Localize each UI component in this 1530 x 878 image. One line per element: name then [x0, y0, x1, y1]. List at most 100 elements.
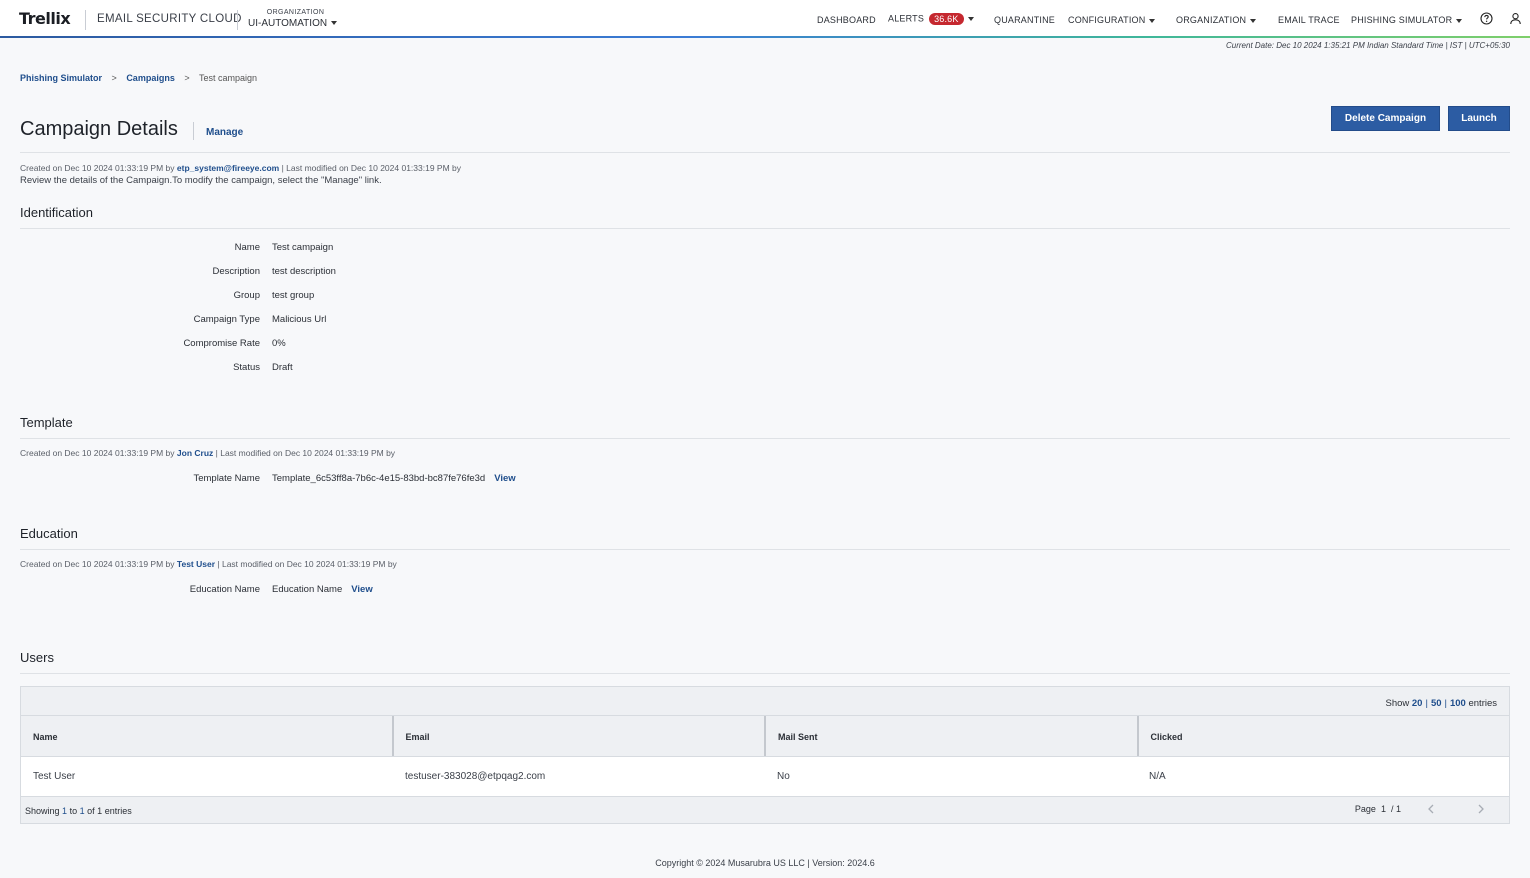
field-value-compromise-rate: 0%: [272, 338, 286, 349]
field-value-group: test group: [272, 290, 315, 301]
page-label: Page: [1354, 804, 1376, 814]
cell-email: testuser-383028@etpqag2.com: [405, 771, 546, 782]
created-prefix: Created on Dec 10 2024 01:33:19 PM by: [20, 559, 175, 569]
nav-phishing-simulator-label: PHISHING SIMULATOR: [1351, 15, 1453, 25]
column-header-mail-sent[interactable]: Mail Sent: [766, 716, 1139, 756]
breadcrumb-campaigns[interactable]: Campaigns: [126, 73, 175, 83]
education-view-link[interactable]: View: [351, 584, 372, 595]
showing-of-label: of: [87, 806, 95, 816]
organization-selector[interactable]: ORGANIZATION UI-AUTOMATION: [248, 9, 343, 29]
pipe-separator: |: [1425, 698, 1428, 709]
field-value-name: Test campaign: [272, 242, 334, 253]
showing-entries-text: Showing 1 to 1 of 1 entries: [25, 806, 132, 816]
organization-value-wrap: UI-AUTOMATION: [248, 18, 343, 29]
field-label-status: Status: [233, 362, 260, 373]
chevron-left-icon[interactable]: [1424, 802, 1438, 816]
table-row: Test User testuser-383028@etpqag2.com No…: [21, 757, 1509, 797]
template-view-link[interactable]: View: [494, 473, 515, 484]
top-navbar: Trellix EMAIL SECURITY CLOUD ORGANIZATIO…: [0, 0, 1530, 38]
product-name: EMAIL SECURITY CLOUD: [97, 13, 242, 25]
nav-email-trace[interactable]: EMAIL TRACE: [1278, 15, 1340, 25]
nav-configuration[interactable]: CONFIGURATION: [1068, 15, 1156, 25]
field-value-campaign-type: Malicious Url: [272, 314, 327, 325]
column-header-email[interactable]: Email: [394, 716, 766, 756]
education-title: Education: [20, 526, 78, 541]
nav-divider: [237, 10, 238, 30]
field-label-education-name: Education Name: [189, 584, 260, 595]
divider: [20, 152, 1510, 153]
title-divider: [193, 122, 194, 140]
logo-text: Trellix: [19, 9, 71, 28]
created-prefix: Created on Dec 10 2024 01:33:19 PM by: [20, 163, 175, 173]
field-label-description: Description: [212, 266, 260, 277]
nav-dashboard[interactable]: DASHBOARD: [817, 15, 876, 25]
delete-campaign-button[interactable]: Delete Campaign: [1331, 106, 1440, 131]
user-profile-icon[interactable]: [1509, 12, 1522, 25]
created-by: Jon Cruz: [176, 448, 214, 458]
modified-text: | Last modified on Dec 10 2024 01:33:19 …: [281, 163, 461, 173]
show-20-option[interactable]: 20: [1412, 698, 1423, 709]
modified-text: | Last modified on Dec 10 2024 01:33:19 …: [217, 559, 397, 569]
chevron-down-icon: [1456, 18, 1463, 23]
nav-organization[interactable]: ORGANIZATION: [1176, 15, 1257, 25]
created-prefix: Created on Dec 10 2024 01:33:19 PM by: [20, 448, 175, 458]
alerts-count-badge: 36.6K: [929, 13, 964, 25]
breadcrumb-current: Test campaign: [198, 73, 257, 83]
campaign-meta: Created on Dec 10 2024 01:33:19 PM by et…: [20, 163, 461, 173]
breadcrumb: Phishing Simulator > Campaigns > Test ca…: [20, 73, 257, 83]
organization-value: UI-AUTOMATION: [248, 18, 328, 29]
template-meta: Created on Dec 10 2024 01:33:19 PM by Jo…: [20, 448, 395, 458]
nav-phishing-simulator[interactable]: PHISHING SIMULATOR: [1351, 15, 1463, 25]
help-icon[interactable]: [1480, 12, 1493, 25]
field-label-template-name: Template Name: [193, 473, 260, 484]
launch-button[interactable]: Launch: [1448, 106, 1510, 131]
created-by: Test User: [176, 559, 216, 569]
cell-mail-sent: No: [777, 771, 790, 782]
chevron-right-icon[interactable]: [1474, 802, 1488, 816]
chevron-down-icon: [967, 17, 974, 21]
trellix-logo[interactable]: Trellix: [19, 9, 71, 28]
show-label: Show: [1385, 698, 1410, 709]
page-total: / 1: [1390, 804, 1401, 814]
manage-link[interactable]: Manage: [206, 127, 243, 138]
nav-accent-line: [0, 36, 1530, 38]
template-title: Template: [20, 415, 73, 430]
showing-to-label: to: [69, 806, 78, 816]
current-date: Current Date: Dec 10 2024 1:35:21 PM Ind…: [1225, 41, 1510, 50]
column-header-clicked[interactable]: Clicked: [1139, 716, 1510, 756]
field-value-education-name: Education Name: [272, 584, 343, 595]
entries-label: entries: [1468, 698, 1497, 709]
field-label-campaign-type: Campaign Type: [193, 314, 260, 325]
organization-label: ORGANIZATION: [266, 9, 325, 16]
users-table: Show 20 | 50 | 100 entries Name Email Mail S…: [20, 686, 1510, 824]
nav-quarantine[interactable]: QUARANTINE: [994, 15, 1055, 25]
page-description: Review the details of the Campaign.To mo…: [20, 175, 382, 186]
nav-alerts[interactable]: ALERTS 36.6K: [888, 13, 974, 25]
divider: [20, 228, 1510, 229]
education-meta: Created on Dec 10 2024 01:33:19 PM by Te…: [20, 559, 397, 569]
nav-divider: [85, 10, 86, 30]
breadcrumb-phishing-simulator[interactable]: Phishing Simulator: [20, 73, 102, 83]
field-value-template-name: Template_6c53ff8a-7b6c-4e15-83bd-bc87fe7…: [272, 473, 486, 484]
chevron-down-icon: [331, 21, 338, 26]
column-header-name[interactable]: Name: [21, 716, 394, 756]
pipe-separator: |: [1444, 698, 1447, 709]
page-title: Campaign Details: [20, 118, 178, 140]
breadcrumb-separator: >: [184, 73, 190, 83]
showing-suffix: entries: [104, 806, 132, 816]
table-header: Name Email Mail Sent Clicked: [21, 715, 1509, 757]
nav-organization-label: ORGANIZATION: [1176, 15, 1247, 25]
modified-text: | Last modified on Dec 10 2024 01:33:19 …: [215, 448, 396, 458]
divider: [20, 549, 1510, 550]
cell-clicked: N/A: [1149, 771, 1166, 782]
chevron-down-icon: [1250, 18, 1257, 23]
field-value-description: test description: [272, 266, 336, 277]
show-100-option[interactable]: 100: [1450, 698, 1466, 709]
field-label-compromise-rate: Compromise Rate: [183, 338, 260, 349]
created-by: etp_system@fireeye.com: [176, 163, 280, 173]
breadcrumb-separator: >: [111, 73, 117, 83]
cell-name: Test User: [33, 771, 76, 782]
show-50-option[interactable]: 50: [1431, 698, 1442, 709]
table-toolbar: Show 20 | 50 | 100 entries: [21, 687, 1509, 715]
page-footer: Copyright © 2024 Musarubra US LLC | Vers…: [655, 858, 875, 868]
